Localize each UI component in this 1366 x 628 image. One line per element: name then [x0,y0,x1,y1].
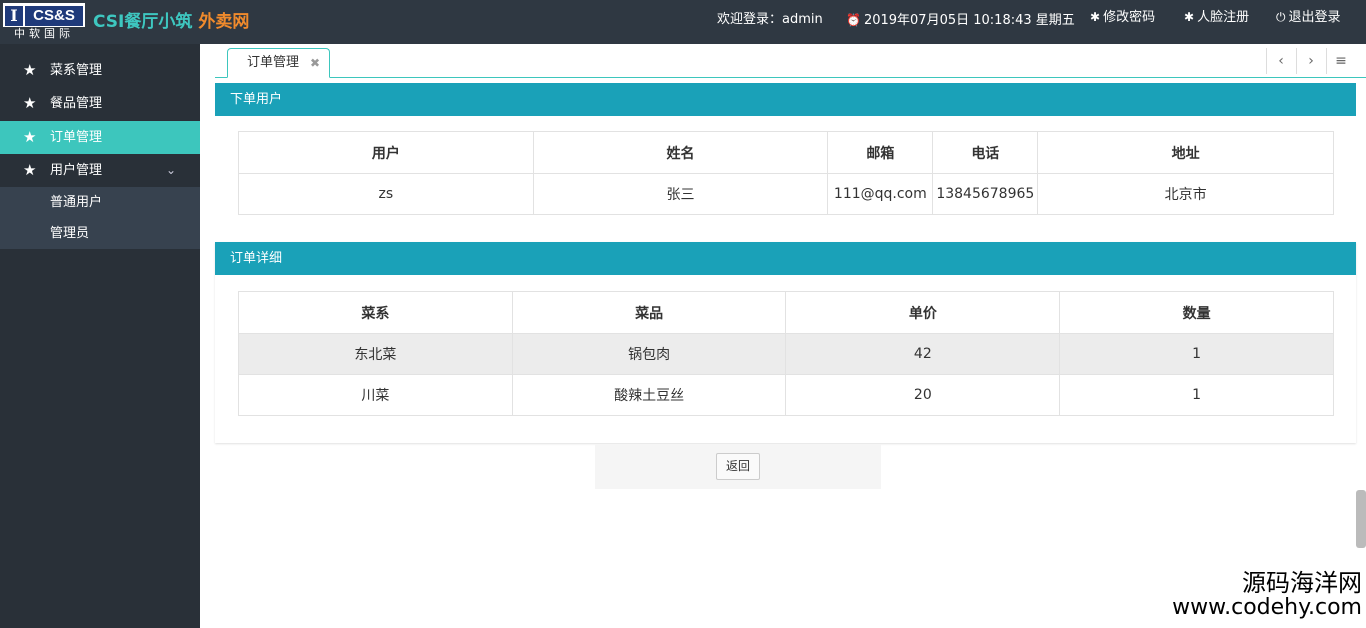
logo-emblem: I [5,6,23,26]
sidebar-subitem-label: 管理员 [50,226,90,241]
order-detail-panel: 订单详细 菜系 菜品 单价 数量 东北菜 锅包肉 42 1 川菜 酸辣土豆丝 2… [215,242,1356,443]
column-header: 菜品 [511,291,787,334]
gear-icon: ✱ [1090,10,1101,24]
table-header-row: 用户 姓名 邮箱 电话 地址 [238,131,1334,174]
top-header: I CS&S 中软国际 CSI餐厅小筑 外卖网 欢迎登录：admin ⏰ 2019年… [0,0,1366,44]
panel-title: 下单用户 [215,83,1356,116]
column-header: 地址 [1037,131,1334,174]
sidebar-item-dishes[interactable]: ★ 餐品管理 [0,87,200,120]
watermark-line2: www.codehy.com [1172,595,1362,620]
star-icon: ★ [23,128,37,146]
tab-strip: 订单管理 ✖ ‹ › ≡ [215,44,1366,78]
table-cell: 张三 [532,173,829,215]
sidebar-item-cuisine[interactable]: ★ 菜系管理 [0,54,200,87]
app-title-main: CSI餐厅小筑 [93,12,193,32]
column-header: 电话 [932,131,1039,174]
column-header: 邮箱 [827,131,934,174]
table-cell: 42 [785,333,1061,375]
welcome-text: 欢迎登录：admin [717,12,823,27]
table-row: zs 张三 111@qq.com 13845678965 北京市 [238,173,1334,215]
order-user-table: 用户 姓名 邮箱 电话 地址 zs 张三 111@qq.com 13845678… [238,131,1334,215]
column-header: 用户 [238,131,534,174]
column-header: 单价 [785,291,1061,334]
logo-mark: CS&S [25,6,83,26]
list-icon: ≡ [1335,53,1347,69]
datetime-display: ⏰ 2019年07月05日 10:18:43 星期五 [846,11,1075,30]
company-logo: I CS&S 中软国际 [3,3,85,41]
logout-link[interactable]: ⏻ 退出登录 [1276,8,1341,27]
watermark-line1: 源码海洋网 [1242,569,1362,597]
table-cell: 北京市 [1037,173,1334,215]
table-cell: 东北菜 [238,333,513,375]
datetime-text: 2019年07月05日 10:18:43 星期五 [863,13,1075,28]
tab-scroll-right-button[interactable]: › [1296,48,1325,74]
tab-orders[interactable]: 订单管理 ✖ [227,48,330,78]
star-icon: ★ [23,61,37,79]
app-title: CSI餐厅小筑 外卖网 [93,10,249,34]
star-icon: ★ [23,94,37,112]
column-header: 菜系 [238,291,513,334]
logout-label: 退出登录 [1288,10,1341,25]
clock-icon: ⏰ [846,13,861,27]
sidebar-subitem-admins[interactable]: 管理员 [0,218,200,249]
change-password-label: 修改密码 [1103,10,1156,25]
chevron-down-icon: ⌄ [165,163,176,177]
sidebar-submenu: 普通用户 管理员 [0,187,200,249]
table-cell: 1 [1059,333,1334,375]
table-cell: 111@qq.com [827,173,934,215]
watermark: 源码海洋网 www.codehy.com [1172,571,1362,619]
sidebar-subitem-label: 普通用户 [50,195,103,210]
sidebar-item-label: 用户管理 [50,163,103,178]
logo-subtitle: 中软国际 [3,27,85,41]
table-cell: 锅包肉 [511,333,787,375]
tab-label: 订单管理 [247,55,300,70]
table-cell: 1 [1059,374,1334,416]
star-icon: ★ [23,161,37,179]
sidebar: ★ 菜系管理 ★ 餐品管理 ★ 订单管理 ★ 用户管理 ⌄ 普通用户 管理员 [0,44,200,628]
tab-menu-button[interactable]: ≡ [1326,48,1355,74]
table-cell: 酸辣土豆丝 [511,374,787,416]
column-header: 姓名 [532,131,829,174]
panel-title: 订单详细 [215,242,1356,275]
page-scrollbar-thumb[interactable] [1356,490,1366,548]
table-cell: 20 [785,374,1061,416]
sidebar-item-label: 餐品管理 [50,96,103,111]
sidebar-item-label: 菜系管理 [50,63,103,78]
close-icon[interactable]: ✖ [310,49,320,77]
table-cell: 13845678965 [932,173,1039,215]
table-cell: zs [238,173,534,215]
app-title-accent: 外卖网 [198,12,250,32]
tab-scroll-left-button[interactable]: ‹ [1266,48,1295,74]
sidebar-item-orders[interactable]: ★ 订单管理 [0,121,200,154]
order-user-panel: 下单用户 用户 姓名 邮箱 电话 地址 zs 张三 111@qq.com 138… [215,83,1356,233]
table-header-row: 菜系 菜品 单价 数量 [238,291,1334,334]
order-detail-table: 菜系 菜品 单价 数量 东北菜 锅包肉 42 1 川菜 酸辣土豆丝 20 1 [238,291,1334,416]
sidebar-item-label: 订单管理 [50,130,103,145]
table-row: 东北菜 锅包肉 42 1 [238,333,1334,375]
chevron-right-icon: › [1308,53,1314,69]
sidebar-item-users[interactable]: ★ 用户管理 ⌄ [0,154,200,187]
sidebar-subitem-normal-users[interactable]: 普通用户 [0,187,200,218]
power-icon: ⏻ [1276,10,1286,24]
table-row: 川菜 酸辣土豆丝 20 1 [238,374,1334,416]
change-password-link[interactable]: ✱ 修改密码 [1090,8,1155,27]
back-button[interactable]: 返回 [716,453,760,480]
face-register-label: 人脸注册 [1197,10,1250,25]
face-register-link[interactable]: ✱ 人脸注册 [1184,8,1249,27]
gear-icon: ✱ [1184,10,1195,24]
table-cell: 川菜 [238,374,513,416]
column-header: 数量 [1059,291,1334,334]
chevron-left-icon: ‹ [1278,53,1284,69]
